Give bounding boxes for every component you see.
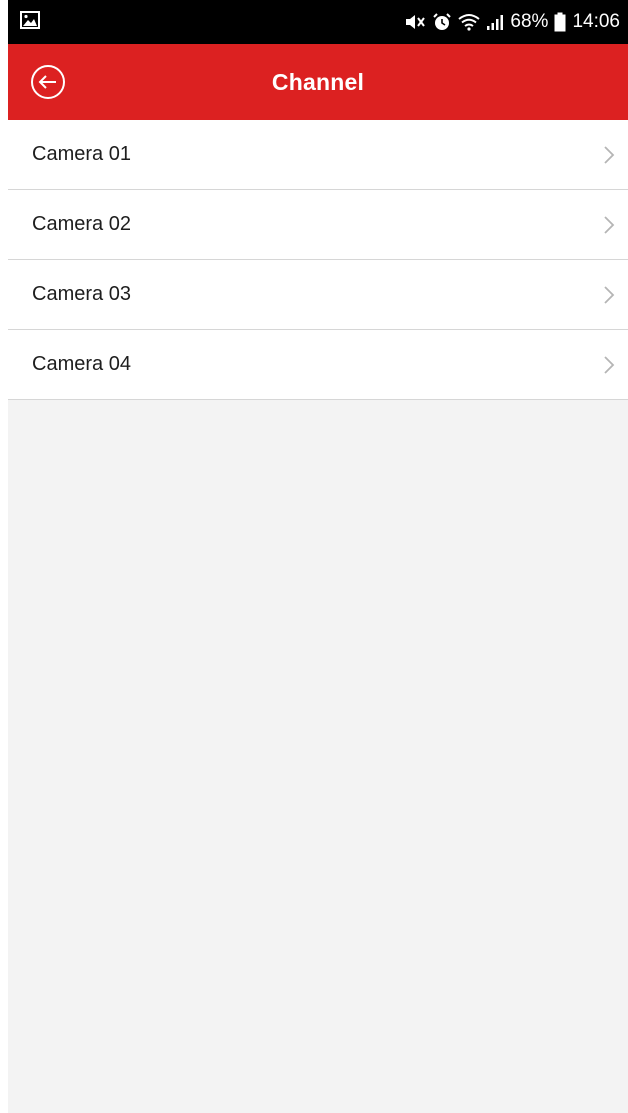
channel-item-camera-01[interactable]: Camera 01 <box>8 120 628 190</box>
channel-item-camera-03[interactable]: Camera 03 <box>8 260 628 330</box>
back-arrow-circle-icon <box>31 65 65 99</box>
channel-item-camera-04[interactable]: Camera 04 <box>8 330 628 400</box>
channel-item-camera-02[interactable]: Camera 02 <box>8 190 628 260</box>
wifi-icon <box>458 13 481 31</box>
app-bar: Channel <box>8 44 628 120</box>
chevron-right-icon <box>604 285 615 304</box>
channel-label: Camera 03 <box>32 283 131 305</box>
status-left <box>20 10 40 34</box>
channel-list: Camera 01 Camera 02 Camera 03 Camera 04 <box>8 120 628 400</box>
chevron-right-icon <box>604 145 615 164</box>
status-right: 68% 14:06 <box>404 11 620 33</box>
channel-label: Camera 04 <box>32 353 131 375</box>
signal-icon <box>486 13 504 31</box>
status-bar: 68% 14:06 <box>8 0 628 44</box>
page-title: Channel <box>271 68 365 95</box>
channel-label: Camera 01 <box>32 143 131 165</box>
gallery-notification-icon <box>20 10 40 34</box>
clock: 14:06 <box>572 11 620 32</box>
mute-icon <box>404 13 426 31</box>
channel-label: Camera 02 <box>32 213 131 235</box>
app-screen: 68% 14:06 Channel Camera 01 Camera 02 Ca… <box>8 0 628 1113</box>
chevron-right-icon <box>604 355 615 374</box>
battery-icon <box>554 12 566 32</box>
back-button[interactable] <box>30 64 66 100</box>
alarm-icon <box>432 12 452 32</box>
chevron-right-icon <box>604 215 615 234</box>
battery-percent: 68% <box>510 11 549 32</box>
